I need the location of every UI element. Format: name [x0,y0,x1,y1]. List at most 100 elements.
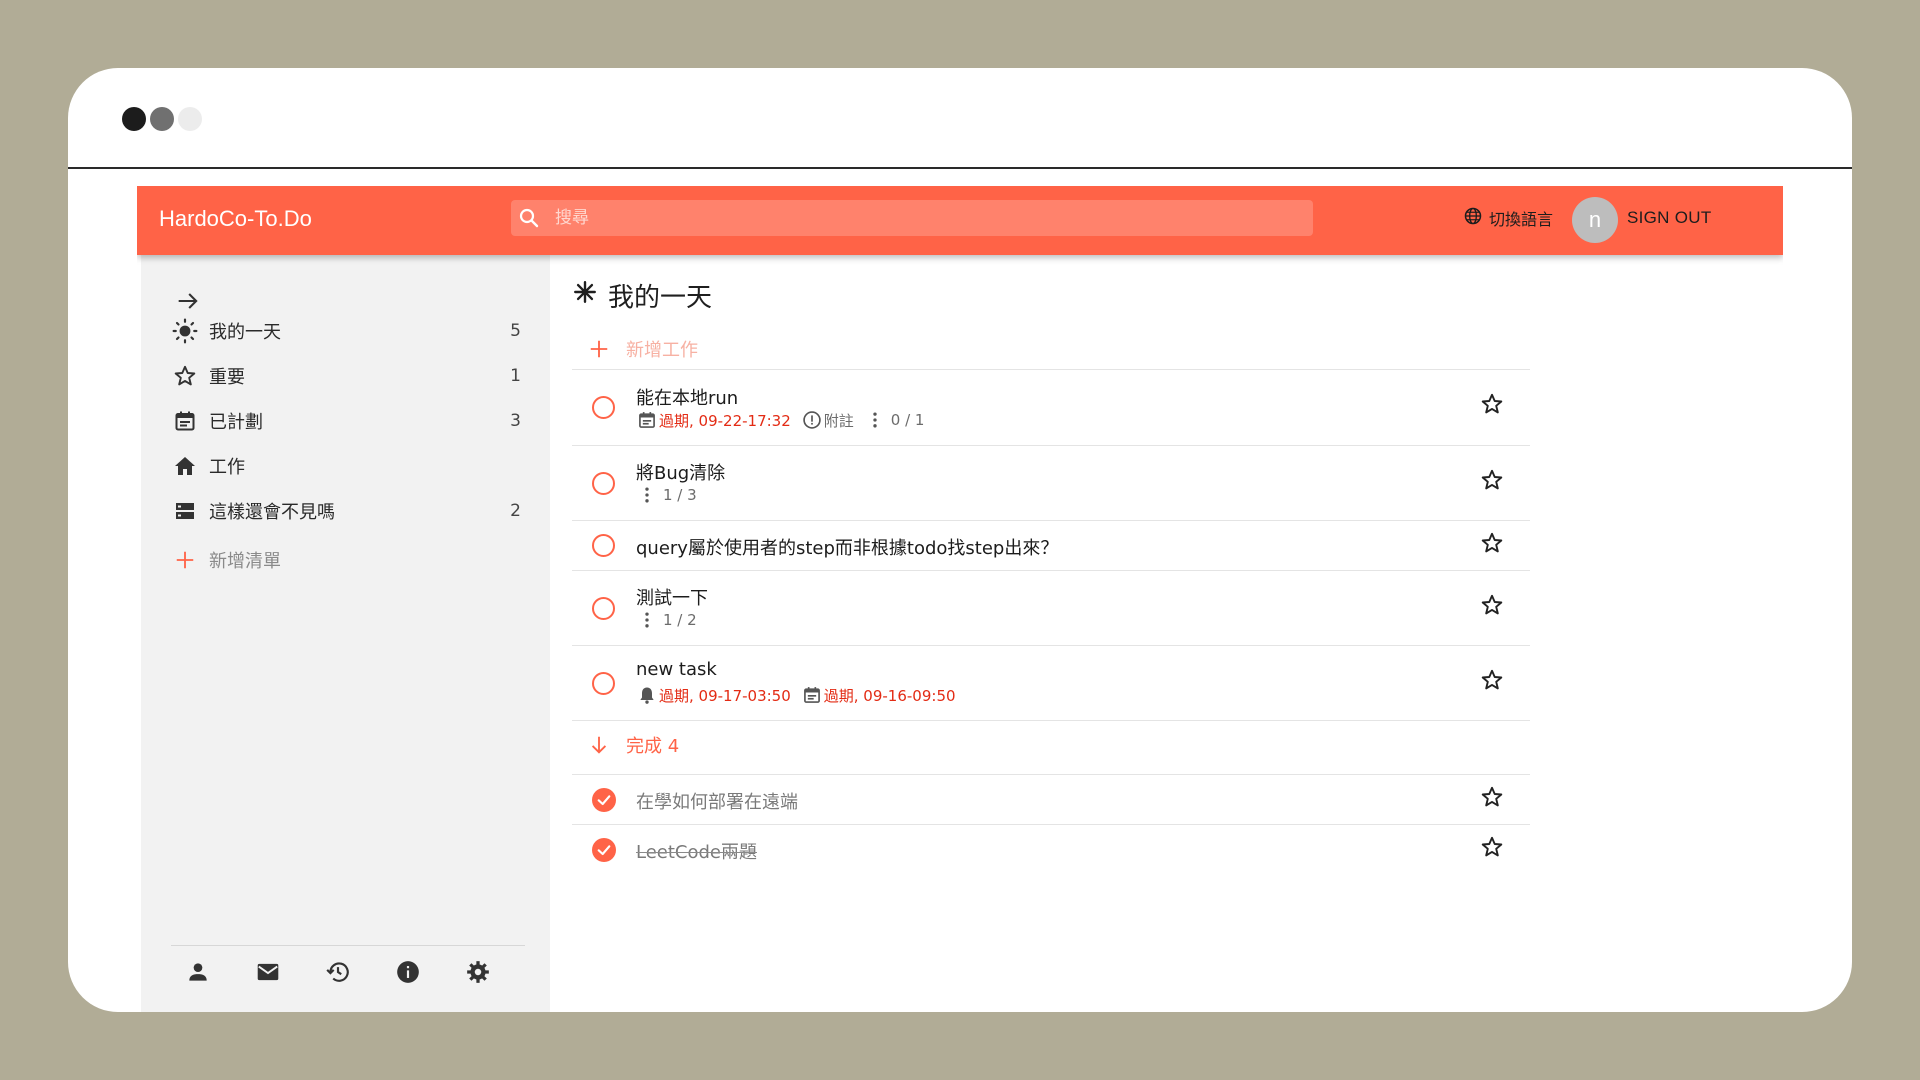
steps-icon [636,484,658,506]
search-box[interactable] [511,200,1313,236]
steps-icon [864,409,886,431]
sidebar-item-label: 我的一天 [209,322,281,343]
complete-task-checkbox[interactable] [592,472,615,495]
star-icon[interactable] [1480,392,1508,420]
plus-icon [171,546,199,574]
add-list-button[interactable]: 新增清單 [171,540,521,580]
due-date: 過期, 09-22-17:32 [659,411,791,430]
sidebar-item-count: 5 [510,321,521,341]
task-title: new task [636,659,717,680]
person-icon[interactable] [183,957,212,986]
page-title: 我的一天 [572,277,712,314]
todo-app: HardoCo-To.Do 切換語言 n SIGN OUT [137,186,1783,1012]
task-item[interactable]: 測試一下 1 / 2 [572,571,1530,645]
task-item[interactable]: new task 過期, 09-17-03:50 過期, 09-16-09:50 [572,646,1530,720]
completed-task-item[interactable]: LeetCode兩題 [572,825,1530,874]
add-task-button[interactable]: 新增工作 [572,333,1530,365]
task-title: 在學如何部署在遠端 [636,792,798,813]
alert-icon [801,409,823,431]
close-window-button[interactable] [122,107,146,131]
app-header: HardoCo-To.Do 切換語言 n SIGN OUT [137,186,1783,255]
plus-icon [572,338,626,360]
sun-icon [171,317,199,345]
complete-task-checkbox[interactable] [592,534,615,557]
sidebar-divider [171,945,525,946]
add-task-label: 新增工作 [626,340,698,361]
sidebar-item-count: 2 [510,501,521,521]
star-icon[interactable] [1480,593,1508,621]
sidebar-item-count: 1 [510,366,521,386]
sidebar-item-label: 工作 [209,457,245,478]
sidebar: 我的一天 5 重要 1 已計劃 3 工作 這樣還會不見嗎 2 新增清單 [141,255,550,1012]
task-meta: 過期, 09-22-17:32 附註 0 / 1 [636,409,924,431]
task-meta: 1 / 3 [636,484,697,506]
sidebar-item-my-day[interactable]: 我的一天 5 [171,311,521,351]
task-meta: 過期, 09-17-03:50 過期, 09-16-09:50 [636,684,956,706]
star-icon[interactable] [1480,468,1508,496]
calendar-icon [801,684,823,706]
sign-out-button[interactable]: SIGN OUT [1627,208,1712,228]
sidebar-item-custom-list[interactable]: 這樣還會不見嗎 2 [171,491,521,531]
minimize-window-button[interactable] [150,107,174,131]
check-icon[interactable] [592,788,616,812]
completed-section-toggle[interactable]: 完成 4 [572,725,1530,765]
globe-icon [1463,206,1483,230]
sidebar-item-planned[interactable]: 已計劃 3 [171,401,521,441]
task-title: 測試一下 [636,588,708,609]
complete-task-checkbox[interactable] [592,672,615,695]
star-icon [171,362,199,390]
due-date: 過期, 09-16-09:50 [823,686,956,705]
task-meta: 1 / 2 [636,609,697,631]
list-icon [171,497,199,525]
task-item[interactable]: query屬於使用者的step而非根據todo找step出來？ [572,521,1530,570]
divider [572,720,1530,721]
language-switch[interactable]: 切換語言 [1463,206,1553,230]
settings-icon[interactable] [463,957,492,986]
sidebar-item-count: 3 [510,411,521,431]
asterisk-icon [572,279,598,312]
task-title: 能在本地run [636,388,739,409]
maximize-window-button[interactable] [178,107,202,131]
home-icon [171,452,199,480]
star-icon[interactable] [1480,785,1508,813]
sidebar-item-work[interactable]: 工作 [171,446,521,486]
sidebar-item-label: 這樣還會不見嗎 [209,502,335,523]
window-divider [68,167,1852,169]
sidebar-item-label: 重要 [209,367,245,388]
task-title: query屬於使用者的step而非根據todo找step出來？ [636,538,1059,559]
complete-task-checkbox[interactable] [592,597,615,620]
search-input[interactable] [555,200,1295,236]
mail-icon[interactable] [253,957,282,986]
language-label: 切換語言 [1489,210,1554,229]
note-label: 附註 [823,411,854,430]
star-icon[interactable] [1480,668,1508,696]
window-controls [122,107,206,131]
steps-count: 1 / 3 [663,486,697,504]
arrow-down-icon [572,734,626,756]
task-item[interactable]: 將Bug清除 1 / 3 [572,446,1530,520]
completed-label: 完成 4 [626,736,680,757]
star-icon[interactable] [1480,531,1508,559]
calendar-icon [636,409,658,431]
task-title: 將Bug清除 [636,463,726,484]
search-icon [517,206,541,230]
steps-count: 1 / 2 [663,611,697,629]
completed-task-item[interactable]: 在學如何部署在遠端 [572,775,1530,824]
browser-window: HardoCo-To.Do 切換語言 n SIGN OUT [68,68,1852,1012]
sidebar-item-important[interactable]: 重要 1 [171,356,521,396]
check-icon[interactable] [592,838,616,862]
steps-count: 0 / 1 [890,411,925,429]
task-title: LeetCode兩題 [636,842,757,863]
task-panel: 我的一天 新增工作 能在本地run 過期, 09-22-17:32 附註 0 /… [550,255,1783,1012]
star-icon[interactable] [1480,835,1508,863]
steps-icon [636,609,658,631]
app-title[interactable]: HardoCo-To.Do [159,206,312,232]
task-item[interactable]: 能在本地run 過期, 09-22-17:32 附註 0 / 1 [572,370,1530,445]
info-icon[interactable] [393,957,422,986]
complete-task-checkbox[interactable] [592,396,615,419]
add-list-label: 新增清單 [209,551,281,572]
sidebar-item-label: 已計劃 [209,412,263,433]
avatar[interactable]: n [1572,197,1618,243]
history-icon[interactable] [323,957,352,986]
reminder-date: 過期, 09-17-03:50 [659,686,791,705]
